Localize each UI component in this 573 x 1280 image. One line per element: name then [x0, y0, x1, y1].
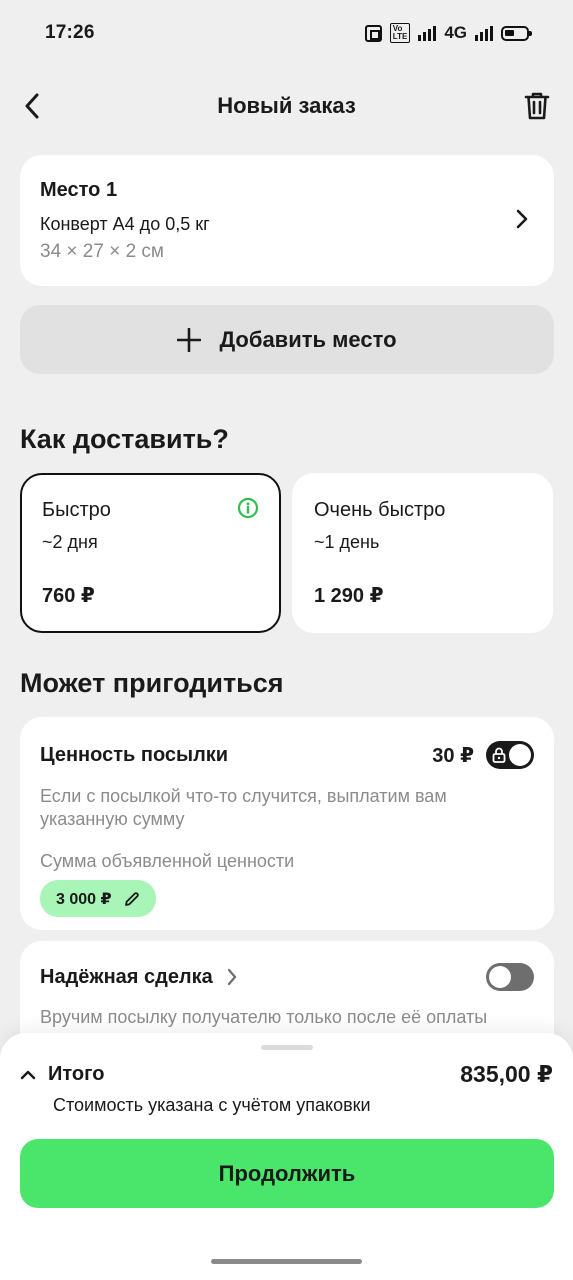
chevron-right-icon: [227, 968, 236, 986]
total-amount: 835,00 ₽: [460, 1061, 553, 1087]
declared-value-price: 30 ₽: [432, 744, 474, 767]
declared-value-title: Ценность посылки: [40, 743, 229, 766]
total-toggle[interactable]: Итого: [20, 1063, 104, 1086]
declared-value-description: Если с посылкой что-то случится, выплати…: [40, 786, 447, 829]
pencil-icon: [124, 891, 139, 906]
status-time: 17:26: [45, 22, 95, 43]
safe-deal-title: Надёжная сделка: [40, 965, 213, 988]
place-description: Конверт А4 до 0,5 кг: [40, 214, 210, 234]
declared-sum-chip[interactable]: 3 000 ₽: [40, 880, 156, 917]
continue-button[interactable]: Продолжить: [20, 1139, 554, 1208]
delivery-title: Как доставить?: [20, 424, 229, 454]
delivery-option-fast[interactable]: Быстро ~2 дня 760 ₽: [20, 473, 281, 633]
option-name: Очень быстро: [314, 499, 446, 521]
nfc-icon: [364, 24, 382, 42]
chevron-right-icon: [516, 209, 528, 229]
declared-value-card: Ценность посылки 30 ₽ Если с посылкой чт…: [20, 717, 554, 930]
total-label: Итого: [48, 1063, 105, 1085]
option-price: 1 290 ₽: [314, 585, 384, 607]
toggle-knob: [509, 744, 531, 766]
battery-icon: [501, 25, 532, 41]
home-indicator[interactable]: [211, 1259, 362, 1264]
place-card[interactable]: Место 1 Конверт А4 до 0,5 кг 34 × 27 × 2…: [20, 155, 554, 286]
delete-button[interactable]: [519, 88, 555, 124]
status-bar: 17:26 Vo LTE 4G: [0, 0, 573, 66]
add-place-button[interactable]: Добавить место: [20, 305, 554, 374]
network-type: 4G: [444, 23, 467, 42]
declared-sum-label: Сумма объявленной ценности: [40, 851, 295, 871]
toggle-knob: [489, 966, 511, 988]
option-price: 760 ₽: [42, 585, 95, 607]
add-place-label: Добавить место: [219, 326, 397, 352]
status-icons: Vo LTE 4G: [364, 23, 532, 43]
lock-icon: [492, 747, 506, 763]
extras-title: Может пригодиться: [20, 668, 284, 698]
safe-deal-description: Вручим посылку получателю только после е…: [40, 1007, 488, 1027]
plus-icon: [177, 327, 202, 352]
option-name: Быстро: [42, 499, 111, 521]
chevron-up-icon: [20, 1070, 36, 1079]
volte-icon: Vo LTE: [389, 23, 411, 43]
option-days: ~2 дня: [42, 532, 98, 552]
place-size: 34 × 27 × 2 см: [40, 241, 164, 262]
safe-deal-link[interactable]: Надёжная сделка: [40, 966, 237, 989]
declared-sum-value: 3 000 ₽: [56, 890, 112, 908]
summary-sheet: Итого 835,00 ₽ Стоимость указана с учёто…: [0, 1033, 573, 1280]
total-note: Стоимость указана с учётом упаковки: [53, 1095, 371, 1115]
option-days: ~1 день: [314, 532, 380, 552]
page-title: Новый заказ: [217, 93, 356, 118]
trash-icon: [524, 92, 550, 120]
signal-icon: [418, 25, 437, 41]
declared-value-toggle[interactable]: [486, 741, 534, 769]
top-bar: Новый заказ: [0, 78, 573, 136]
signal-icon-2: [475, 25, 493, 41]
safe-deal-toggle[interactable]: [486, 963, 534, 991]
info-icon[interactable]: [237, 497, 259, 519]
sheet-handle[interactable]: [261, 1045, 313, 1050]
place-title: Место 1: [40, 179, 118, 201]
delivery-option-very-fast[interactable]: Очень быстро ~1 день 1 290 ₽: [292, 473, 553, 633]
